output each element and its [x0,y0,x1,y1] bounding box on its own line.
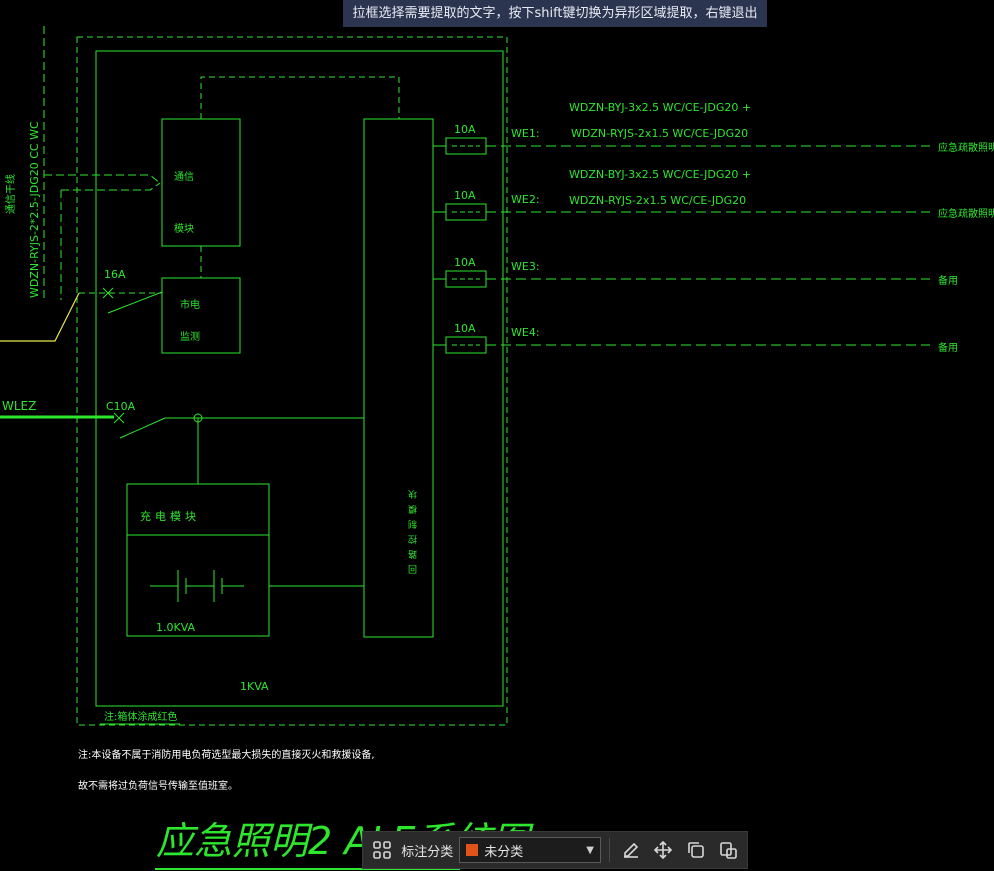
panel-capacity-label: 1KVA [240,680,269,693]
main-breaker-label: C10A [106,400,136,413]
control-module-box [363,118,434,638]
we3-load: 备用 [938,274,958,287]
we1-cable2: WDZN-RYJS-2x1.5 WC/CE-JDG20 [571,127,748,140]
comm-module-label-1: 通信 [174,171,194,183]
move-icon[interactable] [650,836,676,864]
charger-module-box [126,483,270,637]
circuit-we4 [433,336,930,354]
panel-frame [95,50,504,707]
comm-control-link [200,76,400,119]
signal-trunk-label: 通信干线 [4,174,17,214]
note-line-1: 注:本设备不属于消防用电负荷选型最大损失的直接灭火和救援设备, [78,748,375,761]
paste-icon[interactable] [715,836,741,864]
we2-cable1: WDZN-BYJ-3x2.5 WC/CE-JDG20 + [569,168,751,181]
breaker-16a-label: 16A [104,268,126,281]
we2-rating: 10A [454,189,476,202]
we1-id: WE1: [511,127,540,140]
control-module-label: 回路控制模块 [409,484,420,574]
panel-note: 注:箱体涂成红色 [104,710,177,723]
grid-icon[interactable] [369,836,395,864]
category-select-value: 未分类 [484,844,524,860]
annotation-toolbar: 标注分类 未分类 ▼ [362,831,748,869]
we2-cable2: WDZN-RYJS-2x1.5 WC/CE-JDG20 [569,194,746,207]
category-select[interactable]: 未分类 ▼ [459,837,601,863]
charger-module-label: 充电模块 [140,509,200,523]
category-label: 标注分类 [401,844,454,860]
we4-load: 备用 [938,341,958,354]
supply-feed-line [0,292,80,342]
we2-load: 应急疏散照明 [938,207,994,220]
incoming-cable-label: WDZN-RYJS-2*2.5-JDG20 CC WC [28,121,41,298]
edit-icon[interactable] [618,836,644,864]
we1-rating: 10A [454,123,476,136]
extraction-hint-bar: 拉框选择需要提取的文字，按下shift键切换为异形区域提取，右键退出 [343,0,767,27]
category-color-swatch [466,844,479,856]
signal-line-1 [44,174,161,184]
monitor-module-label-2: 监测 [180,330,200,343]
chevron-down-icon: ▼ [586,844,594,856]
circuit-we3 [433,270,930,288]
copy-icon[interactable] [682,836,708,864]
we1-load: 应急疏散照明 [938,141,994,154]
monitor-module-label-1: 市电 [180,298,200,311]
we4-id: WE4: [511,326,540,339]
wlez-label: WLEZ [2,399,36,413]
battery-icon [150,570,244,602]
breaker-16a-line [107,291,163,314]
main-breaker-line [119,417,166,439]
outer-enclosure [76,36,508,726]
monitor-module-box [161,277,241,354]
battery-rating-label: 1.0KVA [156,621,196,634]
we3-id: WE3: [511,260,540,273]
we4-rating: 10A [454,322,476,335]
toolbar-divider [608,838,610,862]
circuit-we1 [433,137,930,155]
we1-cable1: WDZN-BYJ-3x2.5 WC/CE-JDG20 + [569,101,751,114]
comm-module-label-2: 模块 [174,223,194,235]
note-line-2: 故不需将过负荷信号传输至值班室。 [78,779,238,792]
signal-line-2 [61,182,161,191]
cad-drawing: WDZN-RYJS-2*2.5-JDG20 CC WC 通信干线 16A C10… [0,26,994,870]
we2-id: WE2: [511,193,540,206]
we3-rating: 10A [454,256,476,269]
